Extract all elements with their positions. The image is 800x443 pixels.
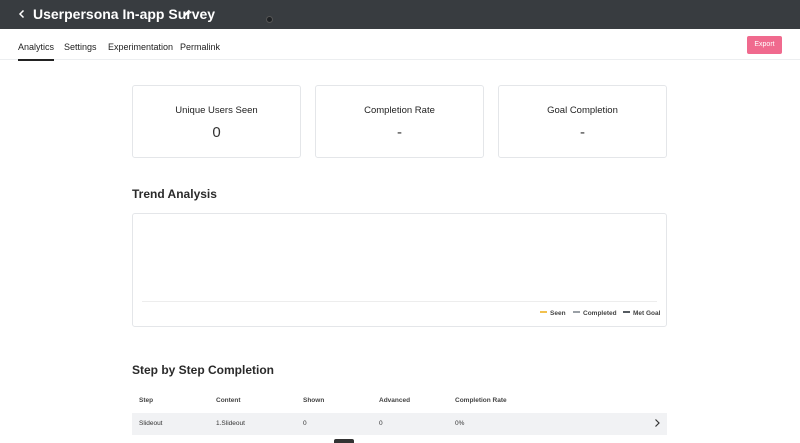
tab-permalink[interactable]: Permalink (180, 41, 220, 53)
column-header: Content (216, 397, 241, 404)
back-button[interactable] (14, 6, 30, 22)
legend-item-met-goal[interactable]: Met Goal (623, 309, 660, 319)
top-bar: Userpersona In-app Survey (0, 0, 800, 29)
steps-section-title: Step by Step Completion (132, 363, 275, 377)
stat-card-unique-users: Unique Users Seen 0 (132, 85, 301, 158)
cell-shown: 0 (303, 420, 307, 427)
column-header: Step (139, 397, 154, 404)
stat-label: Completion Rate (364, 105, 435, 116)
chart-baseline (142, 301, 657, 302)
pencil-icon[interactable] (182, 8, 192, 18)
scroll-handle[interactable] (334, 439, 354, 443)
tab-settings[interactable]: Settings (64, 41, 97, 53)
legend-swatch (573, 311, 580, 314)
stat-card-goal-completion: Goal Completion - (498, 85, 667, 158)
stat-card-completion-rate: Completion Rate - (315, 85, 484, 158)
legend-item-completed[interactable]: Completed (573, 309, 617, 319)
stat-label: Goal Completion (547, 105, 618, 116)
cell-completion-rate: 0% (455, 420, 465, 427)
legend-label: Completed (583, 310, 617, 317)
legend-swatch (540, 311, 547, 314)
column-header: Advanced (379, 397, 411, 404)
tab-bar: Analytics Settings Experimentation Perma… (0, 29, 800, 61)
legend-swatch (623, 311, 630, 314)
chevron-left-icon (18, 9, 25, 19)
column-header: Shown (303, 397, 325, 404)
cell-advanced: 0 (379, 420, 383, 427)
status-dot (266, 16, 273, 23)
stat-value: 0 (212, 124, 221, 141)
table-row[interactable]: Slideout 1.Slideout 0 0 0% (132, 413, 667, 435)
legend-label: Met Goal (633, 310, 661, 317)
tab-experimentation[interactable]: Experimentation (108, 41, 173, 53)
column-header: Completion Rate (455, 397, 507, 404)
stat-label: Unique Users Seen (175, 105, 258, 116)
legend-label: Seen (550, 310, 566, 317)
legend-item-seen[interactable]: Seen (540, 309, 566, 319)
chevron-right-icon[interactable] (653, 418, 661, 428)
stat-value: - (397, 124, 402, 141)
export-button[interactable]: Export (747, 36, 782, 54)
cell-content: 1.Slideout (216, 420, 245, 427)
table-header: Step Content Shown Advanced Completion R… (132, 392, 667, 410)
trend-chart: Seen Completed Met Goal (132, 213, 667, 327)
cell-step: Slideout (139, 420, 163, 427)
trend-section-title: Trend Analysis (132, 187, 217, 201)
stat-value: - (580, 124, 585, 141)
tab-analytics[interactable]: Analytics (18, 41, 55, 61)
